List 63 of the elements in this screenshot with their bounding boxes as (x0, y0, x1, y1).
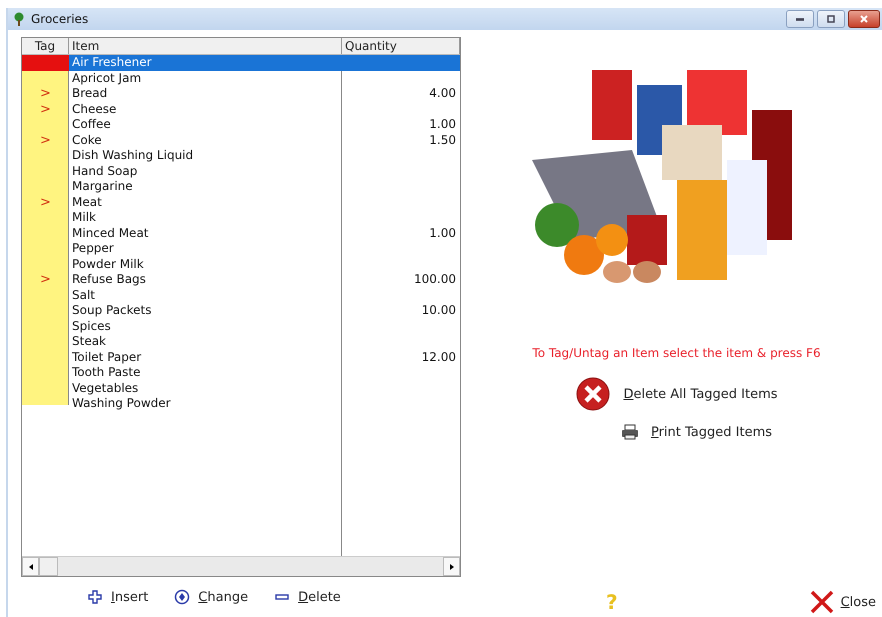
insert-button[interactable]: Insert (87, 589, 148, 605)
scroll-left-button[interactable] (22, 557, 39, 576)
item-cell[interactable]: Powder Milk (69, 256, 342, 272)
close-icon (808, 590, 835, 614)
plus-icon (87, 589, 103, 605)
column-header[interactable]: Quantity (342, 38, 460, 54)
quantity-cell-text: 1.00 (428, 117, 457, 132)
right-arrow-icon (450, 564, 454, 570)
error-icon (575, 376, 612, 412)
item-cell[interactable]: Salt (69, 288, 342, 303)
item-cell[interactable]: Cheese (69, 102, 342, 117)
item-cell[interactable]: Washing Powder (69, 396, 342, 412)
delete-tagged-button[interactable]: Delete All Tagged Items (575, 376, 778, 412)
scroll-right-button[interactable] (443, 557, 460, 576)
item-cell[interactable]: Apricot Jam (69, 70, 342, 86)
quantity-cell-text: 12.00 (420, 350, 457, 365)
quantity-cell-text: 100.00 (413, 272, 457, 288)
item-cell[interactable]: Margarine (69, 179, 342, 194)
close-button[interactable] (848, 10, 880, 28)
tag-cell-text: > (39, 132, 52, 148)
delete-button[interactable]: Delete (274, 589, 341, 605)
tag-cell-text: > (39, 194, 52, 210)
tag-cell-text: > (39, 102, 52, 117)
item-cell[interactable]: Coke (69, 132, 342, 148)
tag-cell-text: > (39, 272, 52, 288)
hint-text: To Tag/Untag an Item select the item & press F6 (532, 346, 821, 360)
printer-icon (620, 424, 639, 440)
maximize-icon (827, 15, 835, 23)
window-title: Groceries (31, 12, 88, 26)
change-button[interactable]: Change (174, 589, 248, 605)
item-cell[interactable]: Milk (69, 210, 342, 226)
tree-icon (12, 12, 26, 26)
column-header[interactable]: Tag (22, 38, 69, 54)
item-cell[interactable]: Meat (69, 194, 342, 210)
column-header[interactable]: Item (69, 38, 342, 54)
minimize-icon (796, 18, 804, 20)
print-tagged-button[interactable]: Print Tagged Items (620, 424, 772, 440)
item-cell[interactable]: Toilet Paper (69, 350, 342, 365)
minimize-button[interactable] (786, 10, 814, 28)
item-cell[interactable]: Dish Washing Liquid (69, 148, 342, 164)
left-arrow-icon (28, 564, 32, 570)
item-cell[interactable]: Minced Meat (69, 226, 342, 241)
maximize-button[interactable] (817, 10, 845, 28)
horizontal-scrollbar[interactable] (22, 556, 460, 576)
item-cell[interactable]: Coffee (69, 117, 342, 132)
item-cell[interactable]: Hand Soap (69, 164, 342, 179)
close-icon (860, 15, 868, 23)
close-window-button[interactable]: Close (808, 590, 876, 614)
item-cell[interactable]: Bread (69, 86, 342, 102)
item-cell[interactable]: Refuse Bags (69, 272, 342, 288)
item-cell[interactable]: Soup Packets (69, 303, 342, 318)
quantity-cell-text: 10.00 (420, 303, 457, 318)
item-cell[interactable]: Vegetables (69, 380, 342, 396)
item-cell[interactable]: Tooth Paste (69, 365, 342, 380)
item-cell[interactable]: Spices (69, 318, 342, 334)
item-cell[interactable]: Steak (69, 334, 342, 350)
item-cell[interactable]: Air Freshener (69, 55, 342, 70)
quantity-cell-text: 1.00 (428, 226, 457, 241)
quantity-cell-text: 4.00 (428, 86, 457, 102)
tag-cell-text: > (39, 86, 52, 102)
scroll-thumb[interactable] (39, 557, 58, 576)
quantity-cell-text: 1.50 (428, 132, 457, 148)
item-cell[interactable]: Pepper (69, 241, 342, 256)
